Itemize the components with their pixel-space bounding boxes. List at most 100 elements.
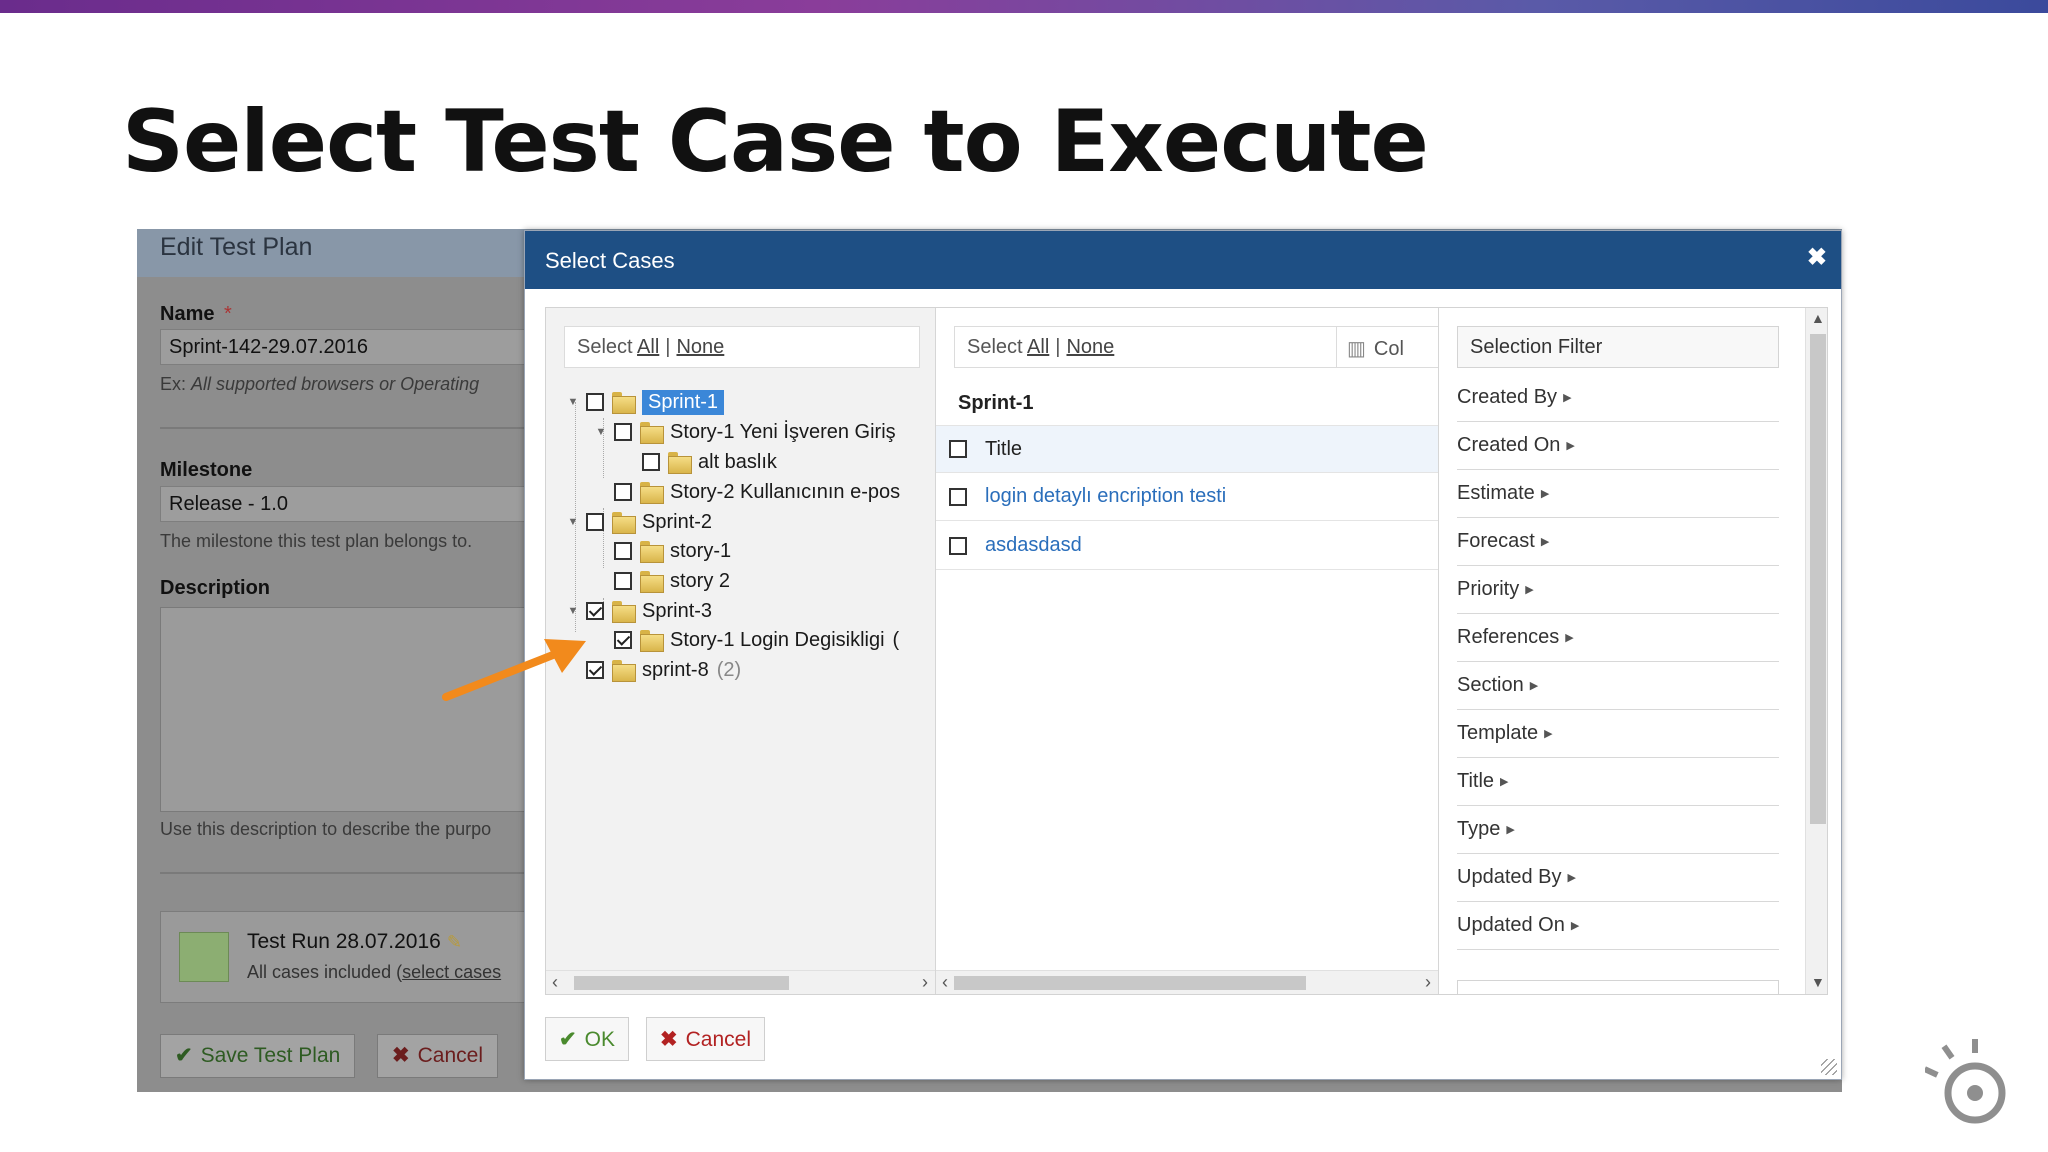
cases-pane: Select All | None ▥ Col Sprint-1 Title logi… bbox=[936, 308, 1439, 994]
ok-label: OK bbox=[584, 1028, 615, 1051]
title-column-header[interactable]: Title bbox=[985, 438, 1022, 461]
name-hint: Ex: All supported browsers or Operating bbox=[160, 374, 479, 395]
collapse-caret-icon[interactable]: ▼ bbox=[594, 426, 608, 438]
filter-references[interactable]: References ▶ bbox=[1457, 614, 1779, 662]
cases-select-none-link[interactable]: None bbox=[1066, 336, 1114, 358]
select-separator: | bbox=[1055, 336, 1061, 358]
columns-icon: ▥ bbox=[1347, 338, 1366, 360]
milestone-select[interactable]: Release - 1.0 bbox=[160, 486, 560, 522]
scroll-left-icon[interactable]: ‹ bbox=[942, 972, 948, 993]
filter-updated-on[interactable]: Updated On ▶ bbox=[1457, 902, 1779, 950]
scroll-down-icon[interactable]: ▼ bbox=[1811, 974, 1825, 990]
tree-node[interactable]: ▼ Sprint-2 bbox=[566, 508, 712, 536]
collapse-caret-icon[interactable]: ▼ bbox=[566, 396, 580, 408]
annotation-arrow-icon bbox=[442, 639, 586, 701]
cases-horizontal-scrollbar[interactable]: ‹ › bbox=[936, 970, 1438, 994]
filter-priority[interactable]: Priority ▶ bbox=[1457, 566, 1779, 614]
collapse-caret-icon[interactable]: ▼ bbox=[566, 516, 580, 528]
logo-icon bbox=[1925, 1039, 2006, 1124]
filter-updated-by[interactable]: Updated By ▶ bbox=[1457, 854, 1779, 902]
scroll-right-icon[interactable]: › bbox=[922, 972, 928, 993]
tree-node-label: Sprint-2 bbox=[642, 510, 713, 533]
tree-checkbox[interactable] bbox=[642, 453, 660, 471]
tree-node[interactable]: story 2 bbox=[594, 567, 730, 595]
folder-icon bbox=[640, 482, 664, 504]
tree-checkbox[interactable] bbox=[614, 423, 632, 441]
selection-filter-header[interactable]: Selection Filter bbox=[1457, 326, 1779, 368]
filter-label: Created On bbox=[1457, 434, 1561, 456]
filter-type[interactable]: Type ▶ bbox=[1457, 806, 1779, 854]
close-icon[interactable]: ✖ bbox=[1807, 243, 1827, 272]
test-run-color-swatch bbox=[179, 932, 229, 982]
folder-icon bbox=[612, 392, 636, 414]
select-separator: | bbox=[665, 336, 671, 358]
filter-estimate[interactable]: Estimate ▶ bbox=[1457, 470, 1779, 518]
tree-node[interactable]: Story-2 Kullanıcının e-pos bbox=[594, 478, 900, 506]
tree-select-none-link[interactable]: None bbox=[676, 336, 724, 358]
filter-forecast[interactable]: Forecast ▶ bbox=[1457, 518, 1779, 566]
required-mark: * bbox=[224, 303, 232, 325]
case-title-link[interactable]: login detaylı encription testi bbox=[985, 485, 1226, 508]
resize-grip-icon[interactable] bbox=[1821, 1059, 1837, 1075]
name-field[interactable]: Sprint-142-29.07.2016 bbox=[160, 329, 560, 365]
tree-select-all-link[interactable]: All bbox=[637, 336, 659, 358]
scrollbar-thumb[interactable] bbox=[1810, 334, 1826, 824]
scroll-left-icon[interactable]: ‹ bbox=[552, 972, 558, 993]
tree-node-label: Story-1 Yeni İşveren Giriş bbox=[670, 420, 896, 443]
case-checkbox[interactable] bbox=[949, 536, 967, 555]
slide-title: Select Test Case to Execute bbox=[122, 92, 1429, 192]
scrollbar-thumb[interactable] bbox=[574, 976, 789, 990]
caret-right-icon: ▶ bbox=[1529, 680, 1539, 692]
edit-pencil-icon[interactable]: ✎ bbox=[447, 932, 462, 952]
filter-title[interactable]: Title ▶ bbox=[1457, 758, 1779, 806]
columns-label: Col bbox=[1373, 338, 1404, 360]
tree-node[interactable]: Story-1 Login Degisikligi ( bbox=[594, 626, 899, 654]
caret-right-icon: ▶ bbox=[1540, 536, 1550, 548]
edit-cancel-button[interactable]: ✖ Cancel bbox=[377, 1034, 498, 1078]
tree-node-count: (2) bbox=[716, 658, 742, 681]
folder-icon bbox=[612, 512, 636, 534]
filter-label: Section bbox=[1457, 674, 1524, 696]
scrollbar-thumb[interactable] bbox=[954, 976, 1306, 990]
tree-node[interactable]: ▼ Sprint-1 bbox=[566, 388, 725, 416]
tree-checkbox[interactable] bbox=[614, 572, 632, 590]
filter-vertical-scrollbar[interactable]: ▲ ▼ bbox=[1805, 308, 1827, 994]
caret-right-icon: ▶ bbox=[1506, 824, 1515, 836]
tree-checkbox[interactable] bbox=[614, 483, 632, 501]
filter-created-by[interactable]: Created By ▶ bbox=[1457, 374, 1779, 422]
tree-horizontal-scrollbar[interactable]: ‹ › bbox=[546, 970, 935, 994]
tree-node[interactable]: alt baslık bbox=[622, 448, 777, 476]
case-title-link[interactable]: asdasdasd bbox=[985, 534, 1082, 557]
cancel-button[interactable]: ✖ Cancel bbox=[646, 1017, 765, 1061]
case-row: asdasdasd bbox=[936, 522, 1438, 570]
scroll-right-icon[interactable]: › bbox=[1425, 972, 1431, 993]
filter-template[interactable]: Template ▶ bbox=[1457, 710, 1779, 758]
collapse-caret-icon[interactable]: ▼ bbox=[566, 605, 580, 617]
columns-button[interactable]: ▥ Col bbox=[1336, 326, 1438, 368]
filter-section[interactable]: Section ▶ bbox=[1457, 662, 1779, 710]
save-test-plan-button[interactable]: ✔ Save Test Plan bbox=[160, 1034, 356, 1078]
tree-checkbox[interactable] bbox=[586, 513, 604, 531]
select-cases-link[interactable]: select cases bbox=[402, 962, 501, 982]
tree-checkbox[interactable] bbox=[614, 542, 632, 560]
filter-label: References bbox=[1457, 626, 1560, 648]
description-hint: Use this description to describe the pur… bbox=[160, 819, 492, 839]
ok-button[interactable]: ✔ OK bbox=[545, 1017, 629, 1061]
tree-node[interactable]: ▼ Sprint-3 bbox=[566, 597, 712, 625]
case-checkbox[interactable] bbox=[949, 487, 967, 506]
test-run-title: Test Run 28.07.2016 ✎ bbox=[247, 930, 462, 954]
filter-created-on[interactable]: Created On ▶ bbox=[1457, 422, 1779, 470]
cases-select-all-link[interactable]: All bbox=[1027, 336, 1049, 358]
tree-checkbox[interactable] bbox=[586, 393, 604, 411]
tree-node[interactable]: ▼ Story-1 Yeni İşveren Giriş bbox=[594, 418, 896, 446]
cross-icon: ✖ bbox=[392, 1044, 410, 1067]
select-all-cases-checkbox[interactable] bbox=[949, 440, 967, 458]
scroll-up-icon[interactable]: ▲ bbox=[1811, 310, 1825, 326]
tree-checkbox[interactable] bbox=[586, 602, 604, 620]
filter-label: Created By bbox=[1457, 386, 1558, 408]
tree-checkbox[interactable] bbox=[614, 631, 632, 649]
logo-ray bbox=[1925, 1066, 1939, 1078]
folder-icon bbox=[640, 630, 664, 652]
milestone-label: Milestone bbox=[160, 459, 253, 481]
tree-node[interactable]: story-1 bbox=[594, 537, 731, 565]
